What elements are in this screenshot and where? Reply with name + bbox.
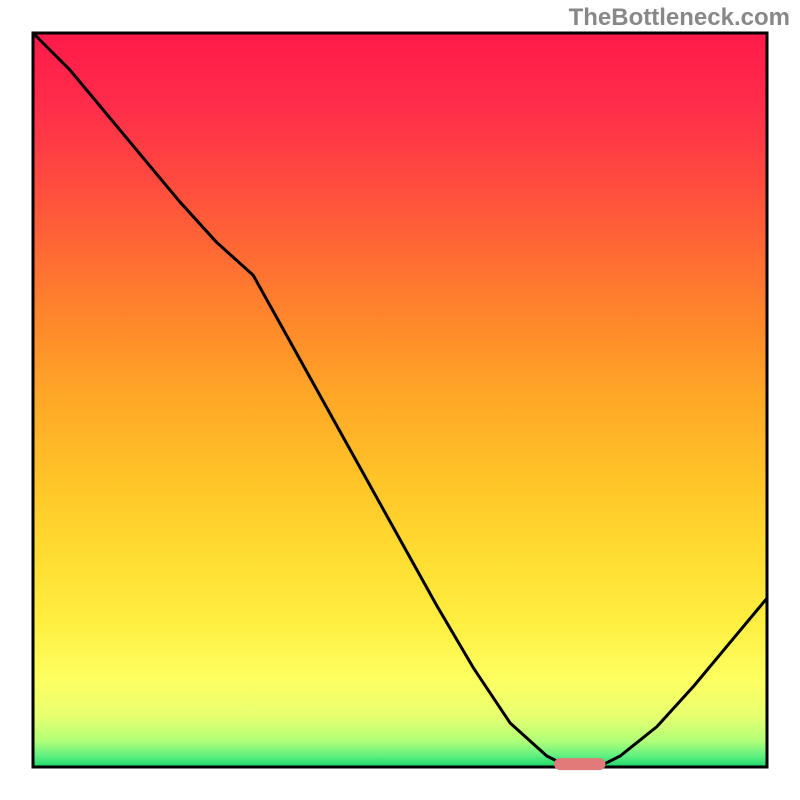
bottleneck-curve-chart <box>0 0 800 800</box>
optimal-range-marker <box>554 758 605 770</box>
gradient-background <box>33 33 767 767</box>
watermark-text: TheBottleneck.com <box>569 4 790 32</box>
chart-container: TheBottleneck.com <box>0 0 800 800</box>
